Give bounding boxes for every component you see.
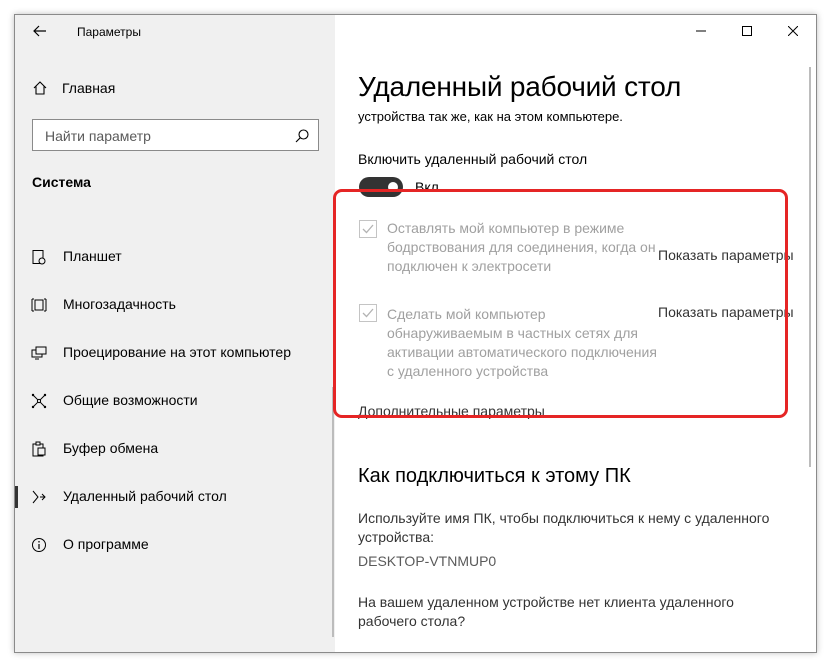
sidebar-item-label: Удаленный рабочий стол [63,488,227,504]
multitasking-icon [31,298,47,312]
search-input[interactable]: Найти параметр [32,119,319,151]
minimize-button[interactable] [678,15,724,47]
highlight-frame [333,189,788,418]
page-subtitle: устройства так же, как на этом компьютер… [358,109,623,124]
minimize-icon [696,30,706,32]
sidebar-item-clipboard[interactable]: Буфер обмена [15,434,335,464]
sidebar-item-remote-desktop[interactable]: Удаленный рабочий стол [15,482,335,512]
toggle-label: Включить удаленный рабочий стол [358,151,588,167]
page-title: Удаленный рабочий стол [358,71,682,102]
pc-name: DESKTOP-VTNMUP0 [358,553,497,569]
home-label: Главная [62,80,116,96]
sidebar-item-label: О программе [63,536,149,552]
close-button[interactable] [770,15,816,47]
home-icon [33,81,47,95]
sidebar-item-tablet[interactable]: Планшет [15,242,335,272]
sidebar-item-projecting[interactable]: Проецирование на этот компьютер [15,338,335,368]
content-scrollbar[interactable] [809,67,811,467]
maximize-icon [742,26,752,36]
maximize-button[interactable] [724,15,770,47]
sidebar-item-home[interactable]: Главная [32,77,115,99]
search-icon [295,129,309,143]
sidebar-item-about[interactable]: О программе [15,530,335,560]
section-title: Система [32,174,91,190]
close-icon [788,26,798,36]
sidebar-item-label: Проецирование на этот компьютер [63,344,291,360]
remote-desktop-icon [32,490,46,504]
search-placeholder: Найти параметр [45,128,151,144]
back-arrow-icon [33,25,46,37]
shared-experiences-icon [31,393,47,409]
connect-heading: Как подключиться к этому ПК [358,465,631,487]
tablet-icon [32,250,46,265]
sidebar-item-label: Буфер обмена [63,440,159,456]
sidebar-item-multitasking[interactable]: Многозадачность [15,290,335,320]
sidebar-item-shared[interactable]: Общие возможности [15,386,335,416]
app-title: Параметры [77,25,141,39]
clipboard-icon [32,441,46,457]
no-client-text: На вашем удаленном устройстве нет клиент… [358,594,734,629]
back-button[interactable] [25,19,55,43]
sidebar-item-label: Общие возможности [63,392,198,408]
projecting-icon [31,346,47,360]
sidebar-item-label: Многозадачность [63,296,176,312]
sidebar-item-label: Планшет [63,248,122,264]
connect-text: Используйте имя ПК, чтобы подключиться к… [358,510,770,545]
sidebar: Параметры Главная Найти параметр Система… [15,15,335,652]
info-icon [32,538,46,552]
sidebar-scrollbar[interactable] [332,387,334,637]
title-bar-left: Параметры [15,15,335,47]
